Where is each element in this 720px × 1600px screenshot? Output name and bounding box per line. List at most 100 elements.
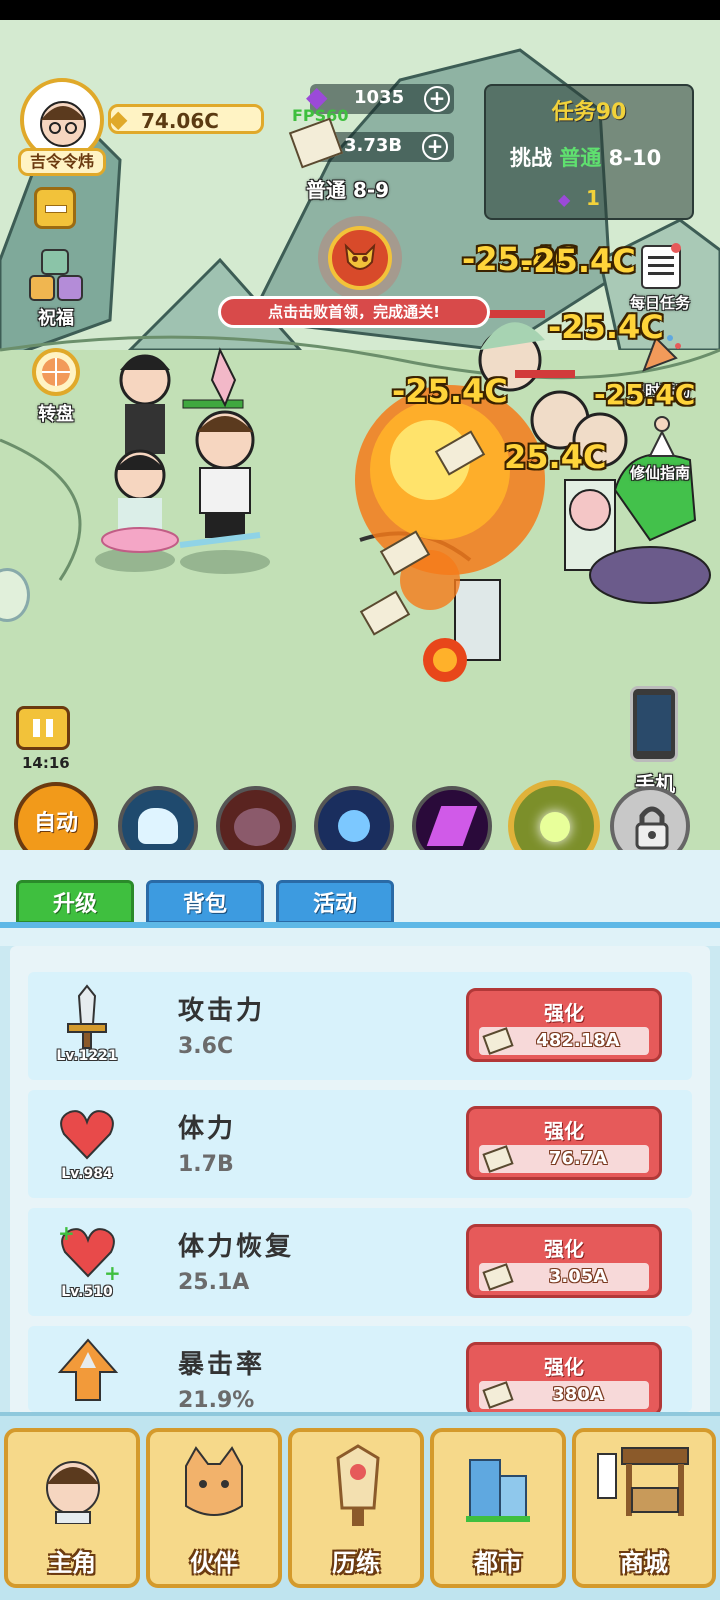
upgrade-label: 强化 (544, 1237, 584, 1261)
nav-partner-label: 伙伴 (190, 1549, 238, 1577)
attack-value: 3.6C (178, 1034, 234, 1059)
crit-arrow-icon (57, 1338, 119, 1401)
pause-button[interactable] (16, 706, 70, 750)
stamina-name: 体力 (178, 1114, 237, 1144)
player-name-plate: 吉令令炜 (18, 148, 106, 176)
current-stage: 普通 8-9 (306, 178, 390, 202)
nav-hero-label: 主角 (48, 1549, 96, 1577)
upgrade-label: 强化 (544, 1119, 584, 1143)
svg-text:+: + (104, 1261, 120, 1282)
wheel-button[interactable]: 转盘 (24, 348, 88, 440)
upgrade-row-attack: Lv.1221 攻击力 3.6C 强化 482.18A (28, 972, 692, 1080)
stamina-cost: 76.7A (548, 1148, 608, 1169)
cost-box: 3.05A (479, 1263, 649, 1291)
quest-item-icon: ◆ (558, 190, 571, 209)
water-orb-icon (338, 810, 370, 842)
nav-hero[interactable]: 主角 (4, 1428, 140, 1588)
cultivation-guide-button[interactable]: 修仙指南 (610, 414, 710, 498)
boss-emblem (328, 226, 392, 290)
city-buildings-icon (466, 1459, 530, 1522)
heart-icon (60, 1110, 114, 1160)
tab-inventory-label: 背包 (182, 892, 227, 917)
crit-upgrade-button[interactable]: 强化 380A (466, 1342, 662, 1412)
nav-shop[interactable]: 商城 (572, 1428, 716, 1588)
attack-upgrade-button[interactable]: 强化 482.18A (466, 988, 662, 1062)
cash-icon (482, 1145, 514, 1173)
upgrade-row-crit: 暴击率 21.9% 强化 380A (28, 1326, 692, 1412)
quest-title: 任务90 (551, 100, 627, 125)
upgrade-row-regen: + + Lv.510 体力恢复 25.1A 强化 3.05A (28, 1208, 692, 1316)
quest-panel[interactable]: 任务90 挑战 普通 8-10 ◆ 1 (484, 84, 694, 220)
bless-button[interactable]: 祝福 (24, 248, 88, 344)
upgrade-row-stamina: Lv.984 体力 1.7B 强化 76.7A (28, 1090, 692, 1198)
tab-activity-label: 活动 (312, 892, 357, 917)
gold-counter[interactable]: ◆ 74.06C (108, 104, 264, 134)
battle-timer: 14:16 (22, 754, 70, 772)
regen-level: Lv.510 (61, 1284, 113, 1300)
crit-cost: 380A (552, 1384, 604, 1405)
gold-value: 74.06C (141, 109, 219, 133)
gem-value: 1035 (354, 87, 405, 108)
challenge-mode: 普通 (559, 146, 602, 170)
lock-icon (635, 806, 669, 850)
ice-beast-icon (138, 808, 178, 844)
hero-portrait-icon (46, 1461, 100, 1524)
stamina-upgrade-button[interactable]: 强化 76.7A (466, 1106, 662, 1180)
player-name: 吉令令炜 (29, 152, 94, 171)
crit-name: 暴击率 (178, 1350, 266, 1380)
boss-hint-text: 点击击败首领，完成通关! (268, 303, 440, 321)
regen-cost: 3.05A (548, 1266, 608, 1287)
boss-hint-banner: 点击击败首领，完成通关! (218, 296, 490, 328)
upgrade-label: 强化 (544, 1355, 584, 1379)
cash-value: 3.73B (344, 135, 403, 156)
crit-value: 21.9% (178, 1388, 255, 1412)
nav-training[interactable]: 历练 (288, 1428, 424, 1588)
tab-upgrade-label: 升级 (52, 892, 97, 917)
cash-icon (482, 1381, 514, 1409)
tab-activity[interactable]: 活动 (276, 880, 394, 924)
pause-icon (33, 719, 53, 737)
tab-inventory[interactable]: 背包 (146, 880, 264, 924)
bless-label: 祝福 (38, 308, 74, 329)
boss-challenge-button[interactable] (318, 216, 402, 300)
demon-face-icon (344, 243, 376, 270)
collapse-button[interactable] (34, 187, 76, 229)
wheel-label: 转盘 (38, 404, 74, 425)
phone-icon (630, 686, 678, 762)
svg-text:+: + (58, 1222, 75, 1245)
regen-name: 体力恢复 (178, 1232, 295, 1262)
cash-icon (482, 1263, 514, 1291)
phone-screen (637, 695, 671, 751)
immortal-figure-icon (648, 416, 676, 457)
add-cash-button[interactable]: + (422, 134, 448, 160)
nav-city[interactable]: 都市 (430, 1428, 566, 1588)
battle-scene[interactable]: 吉令令炜 ◆ 74.06C 祝福 转盘 ◆ 1035 + FPS60 3.73B… (0, 20, 720, 850)
stamina-value: 1.7B (178, 1152, 234, 1177)
upgrade-label: 强化 (544, 1001, 584, 1025)
nav-training-label: 历练 (332, 1549, 380, 1577)
attack-name: 攻击力 (178, 996, 266, 1026)
wolf-icon (234, 808, 280, 846)
damage-number: -25.4C (520, 242, 636, 280)
tab-underline (0, 922, 720, 928)
tab-upgrade[interactable]: 升级 (16, 880, 134, 924)
nav-shop-label: 商城 (620, 1549, 668, 1577)
attack-cost: 482.18A (536, 1030, 620, 1051)
regen-upgrade-button[interactable]: 强化 3.05A (466, 1224, 662, 1298)
cash-icon (482, 1027, 514, 1055)
sword-icon (67, 984, 107, 1049)
damage-number: -25.4C (392, 372, 508, 410)
damage-number: -25.4C (594, 378, 696, 411)
quest-challenge: 挑战 普通 8-10 (510, 142, 661, 172)
nav-partner[interactable]: 伙伴 (146, 1428, 282, 1588)
skill-bar: 自动 (0, 780, 720, 872)
cost-box: 482.18A (479, 1027, 649, 1055)
cash-counter[interactable]: 3.73B + (288, 117, 454, 169)
cost-box: 76.7A (479, 1145, 649, 1173)
challenge-stage: 8-10 (608, 146, 662, 170)
cat-icon (185, 1446, 243, 1516)
cost-box: 380A (479, 1381, 649, 1409)
damage-number: 25.4C (504, 438, 607, 476)
add-gems-button[interactable]: + (424, 86, 450, 112)
stamina-level: Lv.984 (61, 1166, 113, 1182)
